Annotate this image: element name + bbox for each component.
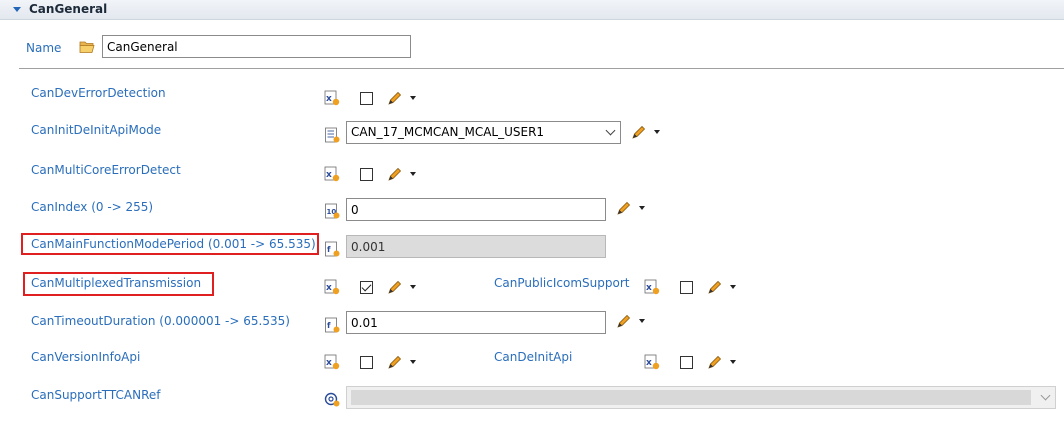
boolean-param-icon: x: [644, 279, 660, 295]
chevron-down-icon[interactable]: [605, 125, 616, 136]
reference-param-icon: [324, 392, 340, 407]
separator: [19, 68, 1064, 69]
pencil-icon[interactable]: [387, 279, 403, 295]
svg-text:f: f: [327, 245, 331, 254]
section-header-cangeneral[interactable]: CanGeneral: [0, 0, 1064, 20]
float-param-icon: f: [325, 241, 340, 257]
disabled-value-area: [351, 390, 1031, 405]
public-icom-support-checkbox[interactable]: [680, 281, 693, 294]
param-label-support-ttcan-ref: CanSupportTTCANRef: [31, 388, 161, 402]
param-label-multiplexed-transmission: CanMultiplexedTransmission: [31, 276, 202, 290]
integer-param-icon: 10: [325, 203, 340, 219]
param-label-multicore-error-detect: CanMultiCoreErrorDetect: [31, 163, 181, 177]
boolean-param-icon: x: [324, 166, 340, 182]
pencil-icon[interactable]: [616, 200, 632, 216]
param-label-version-info-api: CanVersionInfoApi: [31, 350, 141, 364]
main-function-mode-period-input: [346, 235, 606, 258]
svg-text:x: x: [326, 94, 332, 104]
multicore-error-detect-checkbox[interactable]: [360, 168, 373, 181]
pencil-icon[interactable]: [387, 90, 403, 106]
dev-error-detection-checkbox[interactable]: [360, 92, 373, 105]
pencil-icon[interactable]: [616, 313, 632, 329]
section-title: CanGeneral: [29, 2, 108, 16]
collapse-triangle-icon[interactable]: [13, 7, 21, 12]
pencil-icon[interactable]: [707, 354, 723, 370]
svg-text:x: x: [326, 358, 332, 368]
support-ttcan-ref-select: [346, 386, 1056, 409]
svg-text:x: x: [646, 283, 652, 293]
chevron-down-icon: [1040, 390, 1051, 401]
boolean-param-icon: x: [324, 279, 340, 295]
chevron-down-icon[interactable]: [654, 130, 660, 134]
float-param-icon: f: [325, 317, 340, 333]
svg-text:f: f: [327, 321, 331, 330]
deinit-api-checkbox[interactable]: [680, 356, 693, 369]
pencil-icon[interactable]: [387, 166, 403, 182]
boolean-param-icon: x: [644, 354, 660, 370]
chevron-down-icon[interactable]: [410, 172, 416, 176]
param-label-dev-error-detection: CanDevErrorDetection: [31, 86, 166, 100]
param-label-deinit-api: CanDeInitApi: [494, 350, 573, 364]
multiplexed-transmission-checkbox[interactable]: [360, 281, 373, 294]
chevron-down-icon[interactable]: [730, 285, 736, 289]
param-label-public-icom-support: CanPublicIcomSupport: [494, 276, 630, 290]
svg-text:x: x: [646, 358, 652, 368]
param-label-init-deinit-api-mode: CanInitDeInitApiMode: [31, 123, 162, 137]
param-label-timeout-duration: CanTimeoutDuration (0.000001 -> 65.535): [31, 314, 290, 328]
version-info-api-checkbox[interactable]: [360, 356, 373, 369]
folder-icon: [79, 41, 95, 53]
chevron-down-icon[interactable]: [410, 285, 416, 289]
name-label: Name: [26, 41, 62, 55]
param-label-can-index: CanIndex (0 -> 255): [31, 200, 154, 214]
pencil-icon[interactable]: [707, 279, 723, 295]
timeout-duration-input[interactable]: [346, 311, 606, 334]
chevron-down-icon[interactable]: [639, 206, 645, 210]
chevron-down-icon[interactable]: [410, 360, 416, 364]
pencil-icon[interactable]: [387, 354, 403, 370]
can-index-input[interactable]: [346, 198, 606, 221]
chevron-down-icon[interactable]: [730, 360, 736, 364]
name-input[interactable]: [102, 35, 411, 58]
boolean-param-icon: x: [324, 90, 340, 106]
boolean-param-icon: x: [324, 354, 340, 370]
svg-text:x: x: [326, 170, 332, 180]
selected-value: CAN_17_MCMCAN_MCAL_USER1: [351, 125, 545, 139]
chevron-down-icon[interactable]: [410, 96, 416, 100]
enum-param-icon: [325, 127, 340, 143]
svg-text:x: x: [326, 283, 332, 293]
pencil-icon[interactable]: [631, 124, 647, 140]
param-label-main-function-mode-period: CanMainFunctionModePeriod (0.001 -> 65.5…: [31, 237, 316, 251]
init-deinit-api-mode-select[interactable]: CAN_17_MCMCAN_MCAL_USER1: [346, 121, 621, 144]
chevron-down-icon[interactable]: [639, 319, 645, 323]
